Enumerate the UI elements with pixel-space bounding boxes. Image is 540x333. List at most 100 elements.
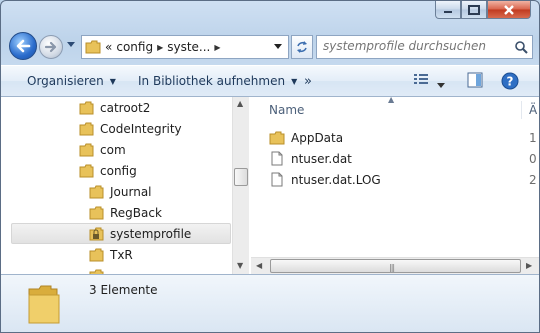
navigation-bar: « config ▶ syste... ▶	[9, 31, 533, 63]
file-name: ntuser.dat	[291, 151, 352, 166]
scrollbar-thumb[interactable]: |||	[270, 259, 521, 273]
help-button[interactable]: ?	[501, 72, 519, 93]
nav-item-txr[interactable]: TxR	[89, 244, 133, 265]
more-label: »	[304, 74, 312, 89]
nav-item-label: TxR	[110, 247, 133, 262]
chevron-right-icon[interactable]: ▶	[214, 43, 220, 52]
nav-item-catroot2[interactable]: catroot2	[79, 97, 150, 118]
file-name: ntuser.dat.LOG	[291, 172, 381, 187]
folder-icon	[79, 122, 94, 135]
search-box[interactable]	[316, 35, 533, 59]
preview-pane-button[interactable]	[467, 72, 483, 91]
column-header-partial[interactable]: Ä	[529, 103, 537, 117]
folder-icon	[89, 185, 104, 198]
file-trailing-value: 0	[529, 151, 537, 166]
folder-icon	[79, 101, 94, 114]
details-pane: 3 Elemente	[1, 274, 539, 332]
explorer-window: « config ▶ syste... ▶ Organisieren ▼ In …	[0, 0, 540, 333]
include-in-library-button[interactable]: In Bibliothek aufnehmen ▼	[138, 74, 297, 88]
folder-icon	[85, 40, 101, 54]
caption-buttons	[435, 1, 531, 19]
column-header-name[interactable]: Name	[269, 103, 304, 117]
file-trailing-value: 1	[529, 130, 537, 145]
nav-pane-vertical-scrollbar[interactable]: ▲ ▼	[232, 97, 249, 274]
file-trailing-value: 2	[529, 172, 537, 187]
nav-item-codeintegrity[interactable]: CodeIntegrity	[79, 118, 182, 139]
scrollbar-thumb[interactable]	[234, 168, 248, 186]
scroll-left-icon[interactable]: ◀	[256, 261, 262, 270]
folder-icon	[79, 164, 94, 177]
locked-folder-icon	[89, 227, 104, 240]
nav-item-label: catroot2	[100, 100, 151, 115]
close-icon	[504, 4, 514, 15]
close-button[interactable]	[487, 1, 531, 19]
forward-arrow-icon	[44, 41, 57, 53]
scroll-right-icon[interactable]: ▶	[526, 261, 532, 270]
back-button[interactable]	[9, 32, 37, 60]
chevron-down-icon[interactable]	[273, 43, 283, 51]
folder-icon	[269, 131, 285, 144]
nav-item-label: systemprofile	[110, 226, 192, 241]
nav-item-label: config	[100, 163, 137, 178]
refresh-icon	[297, 41, 307, 53]
nav-item-regback[interactable]: RegBack	[89, 202, 162, 223]
maximize-icon	[468, 4, 480, 15]
breadcrumb-config[interactable]: config	[116, 40, 153, 54]
maximize-button[interactable]	[461, 1, 487, 19]
folder-icon	[28, 285, 60, 324]
nav-item-label: CodeIntegrity	[100, 121, 182, 136]
nav-item-journal[interactable]: Journal	[89, 181, 152, 202]
more-commands-button[interactable]: »	[304, 74, 312, 89]
organize-label: Organisieren	[27, 74, 104, 88]
preview-pane-icon	[467, 72, 483, 88]
help-icon: ?	[501, 72, 519, 90]
view-dropdown-button[interactable]	[437, 78, 445, 92]
command-bar: Organisieren ▼ In Bibliothek aufnehmen ▼…	[1, 65, 539, 97]
address-bar[interactable]: « config ▶ syste... ▶	[81, 35, 289, 59]
search-icon[interactable]	[514, 40, 528, 54]
chevron-down-icon: ▼	[109, 76, 116, 86]
minimize-icon	[444, 10, 452, 13]
nav-item-label: Journal	[110, 184, 152, 199]
breadcrumb-systemprofile[interactable]: syste...	[167, 40, 210, 54]
folder-icon	[89, 248, 104, 261]
file-list-horizontal-scrollbar[interactable]: ◀ ||| ▶	[251, 257, 539, 274]
chevron-down-icon	[437, 83, 445, 88]
minimize-button[interactable]	[435, 1, 461, 19]
scroll-up-icon[interactable]: ▲	[237, 99, 243, 108]
include-label: In Bibliothek aufnehmen	[138, 74, 286, 88]
search-input[interactable]	[323, 39, 503, 53]
nav-item-systemprofile[interactable]: systemprofile	[11, 223, 231, 244]
scroll-down-icon[interactable]: ▼	[237, 261, 243, 270]
view-options-button[interactable]	[413, 72, 429, 89]
list-view-icon	[414, 74, 428, 84]
forward-button[interactable]	[39, 35, 63, 59]
content-area: catroot2 CodeIntegrity com config Journa…	[1, 97, 539, 274]
item-count: 3 Elemente	[89, 283, 158, 297]
file-row-appdata[interactable]: AppData 1	[269, 127, 539, 148]
svg-text:?: ?	[507, 75, 514, 89]
address-overflow[interactable]: «	[105, 40, 112, 54]
file-row-ntuser-dat[interactable]: ntuser.dat 0	[269, 148, 539, 169]
nav-item-label: com	[100, 142, 126, 157]
file-icon	[271, 151, 283, 166]
history-dropdown-icon[interactable]	[66, 41, 76, 49]
scrollbar-grip-icon: |||	[389, 263, 395, 272]
folder-icon	[79, 143, 94, 156]
nav-item-com[interactable]: com	[79, 139, 126, 160]
folder-icon	[89, 206, 104, 219]
chevron-right-icon[interactable]: ▶	[157, 43, 163, 52]
nav-item-label: RegBack	[110, 205, 162, 220]
nav-item-config[interactable]: config	[79, 160, 137, 181]
chevron-down-icon: ▼	[291, 76, 298, 86]
column-separator[interactable]	[521, 101, 522, 119]
refresh-button[interactable]	[291, 35, 313, 59]
file-name: AppData	[291, 130, 344, 145]
file-icon	[271, 172, 283, 187]
column-header-row: Name ▲ Ä	[251, 97, 539, 121]
back-arrow-icon	[16, 39, 31, 53]
file-row-ntuser-dat-log[interactable]: ntuser.dat.LOG 2	[269, 169, 539, 190]
organize-button[interactable]: Organisieren ▼	[27, 74, 116, 88]
file-list-pane[interactable]: Name ▲ Ä AppData 1 ntuser.dat 0 ntuser.d…	[251, 97, 539, 274]
navigation-pane[interactable]: catroot2 CodeIntegrity com config Journa…	[1, 97, 249, 274]
